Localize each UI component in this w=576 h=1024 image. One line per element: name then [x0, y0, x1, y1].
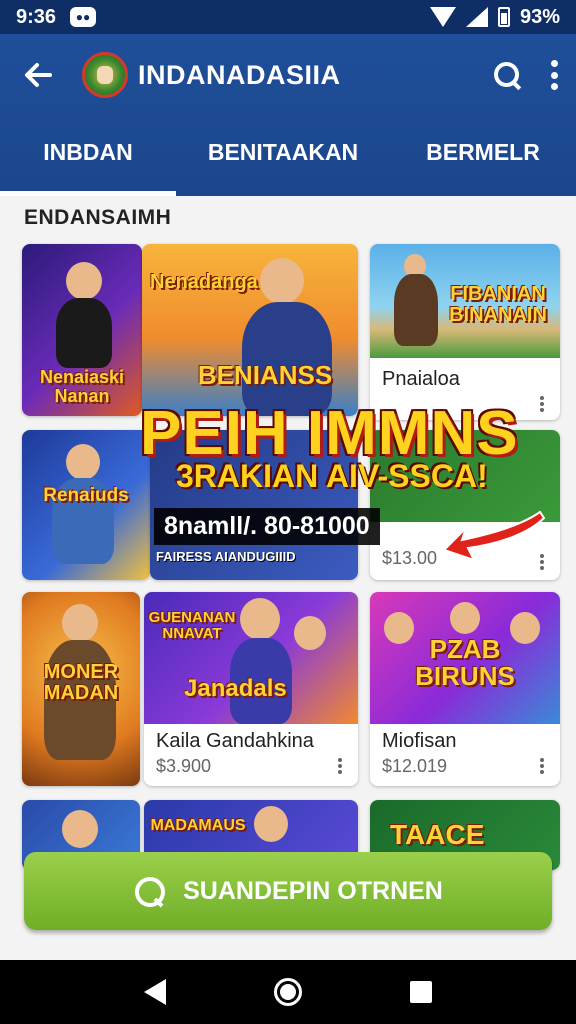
tab-label: BERMELR	[426, 138, 540, 165]
card-menu-icon[interactable]	[540, 396, 544, 412]
notification-icon: ●●	[70, 7, 97, 27]
back-button[interactable]	[18, 55, 58, 95]
wifi-icon	[429, 7, 456, 27]
tab-bar: INBDAN BENITAAKAN BERMELR	[0, 116, 576, 196]
tab-label: INBDAN	[43, 138, 133, 165]
card-art-title: Renaiuds	[43, 485, 129, 506]
nav-back-icon[interactable]	[144, 979, 166, 1005]
promo-price: 8namll/. 80-81000	[154, 508, 380, 545]
card-art-title: Nenaiaski Nanan	[39, 367, 125, 406]
card-art-title: MADAMAUS	[150, 817, 246, 834]
tab-label: BENITAAKAN	[207, 138, 359, 165]
game-card[interactable]: PZAB BIRUNS Miofisan $12.019	[370, 592, 560, 786]
game-card[interactable]: FIBANIAN BINANAIN Pnaialoa	[370, 244, 560, 420]
nav-home-icon[interactable]	[274, 978, 302, 1006]
card-art-title: MONER MADAN	[43, 661, 119, 704]
tab-benitaakan[interactable]: BENITAAKAN	[176, 116, 390, 196]
game-card-featured[interactable]: Nenadanga BENIANSS	[142, 244, 358, 416]
card-menu-icon[interactable]	[338, 758, 342, 774]
cta-button[interactable]: SUANDEPIN OTRNEN	[24, 852, 552, 930]
toolbar: INDANADASIIA	[0, 34, 576, 116]
card-art-title: Janadals	[184, 675, 287, 702]
card-price: $3.900	[156, 756, 212, 776]
search-icon	[133, 875, 166, 907]
promo-banner[interactable]: PEIH IMMNS 3RAKIAN AIV-SSCA! 8namll/. 80…	[140, 398, 546, 588]
signal-icon	[465, 7, 488, 27]
card-art-title: BENIANSS	[197, 360, 333, 390]
card-title: Miofisan	[382, 730, 457, 752]
tab-inbdan[interactable]: INBDAN	[0, 116, 176, 196]
card-art-subtitle: GUENANAN NNAVAT	[148, 609, 236, 642]
status-time: 9:36	[16, 5, 57, 28]
card-title: Kaila Gandahkina	[156, 730, 314, 752]
red-arrow-icon	[442, 510, 546, 562]
cta-label: SUANDEPIN OTRNEN	[183, 876, 443, 905]
card-art-title: TAACE	[390, 819, 485, 850]
content-area: ENDANSAIMH Nenaiaski Nanan Nenadanga BEN…	[0, 196, 576, 960]
battery-level: 93%	[519, 5, 560, 28]
status-bar: 9:36 ●● 93%	[0, 0, 576, 34]
game-card[interactable]: GUENANAN NNAVAT Janadals Kaila Gandahkin…	[144, 592, 358, 786]
app-bar: INDANADASIIA INBDAN BENITAAKAN BERMELR	[0, 34, 576, 196]
game-card[interactable]: Renaiuds	[22, 430, 150, 580]
back-arrow-icon	[25, 63, 52, 87]
section-title: ENDANSAIMH	[24, 206, 172, 229]
card-menu-icon[interactable]	[540, 758, 544, 774]
game-card[interactable]: Nenaiaski Nanan	[22, 244, 142, 416]
card-art-subtitle: Nenadanga	[150, 271, 258, 293]
battery-icon	[497, 7, 510, 27]
promo-subline: 3RAKIAN AIV-SSCA!	[176, 458, 488, 494]
app-title: INDANADASIIA	[138, 59, 341, 90]
system-nav-bar	[0, 960, 576, 1024]
card-title: Pnaialoa	[382, 368, 460, 390]
card-art-title: PZAB BIRUNS	[415, 634, 515, 692]
nav-recents-icon[interactable]	[410, 981, 432, 1003]
game-card[interactable]: MONER MADAN	[22, 592, 140, 786]
search-icon[interactable]	[492, 60, 522, 90]
app-logo	[82, 52, 128, 98]
more-options-icon[interactable]	[550, 60, 558, 90]
card-price: $12.019	[382, 756, 448, 776]
tab-bermelr[interactable]: BERMELR	[390, 116, 576, 196]
card-art-title: FIBANIAN BINANAIN	[449, 283, 547, 326]
